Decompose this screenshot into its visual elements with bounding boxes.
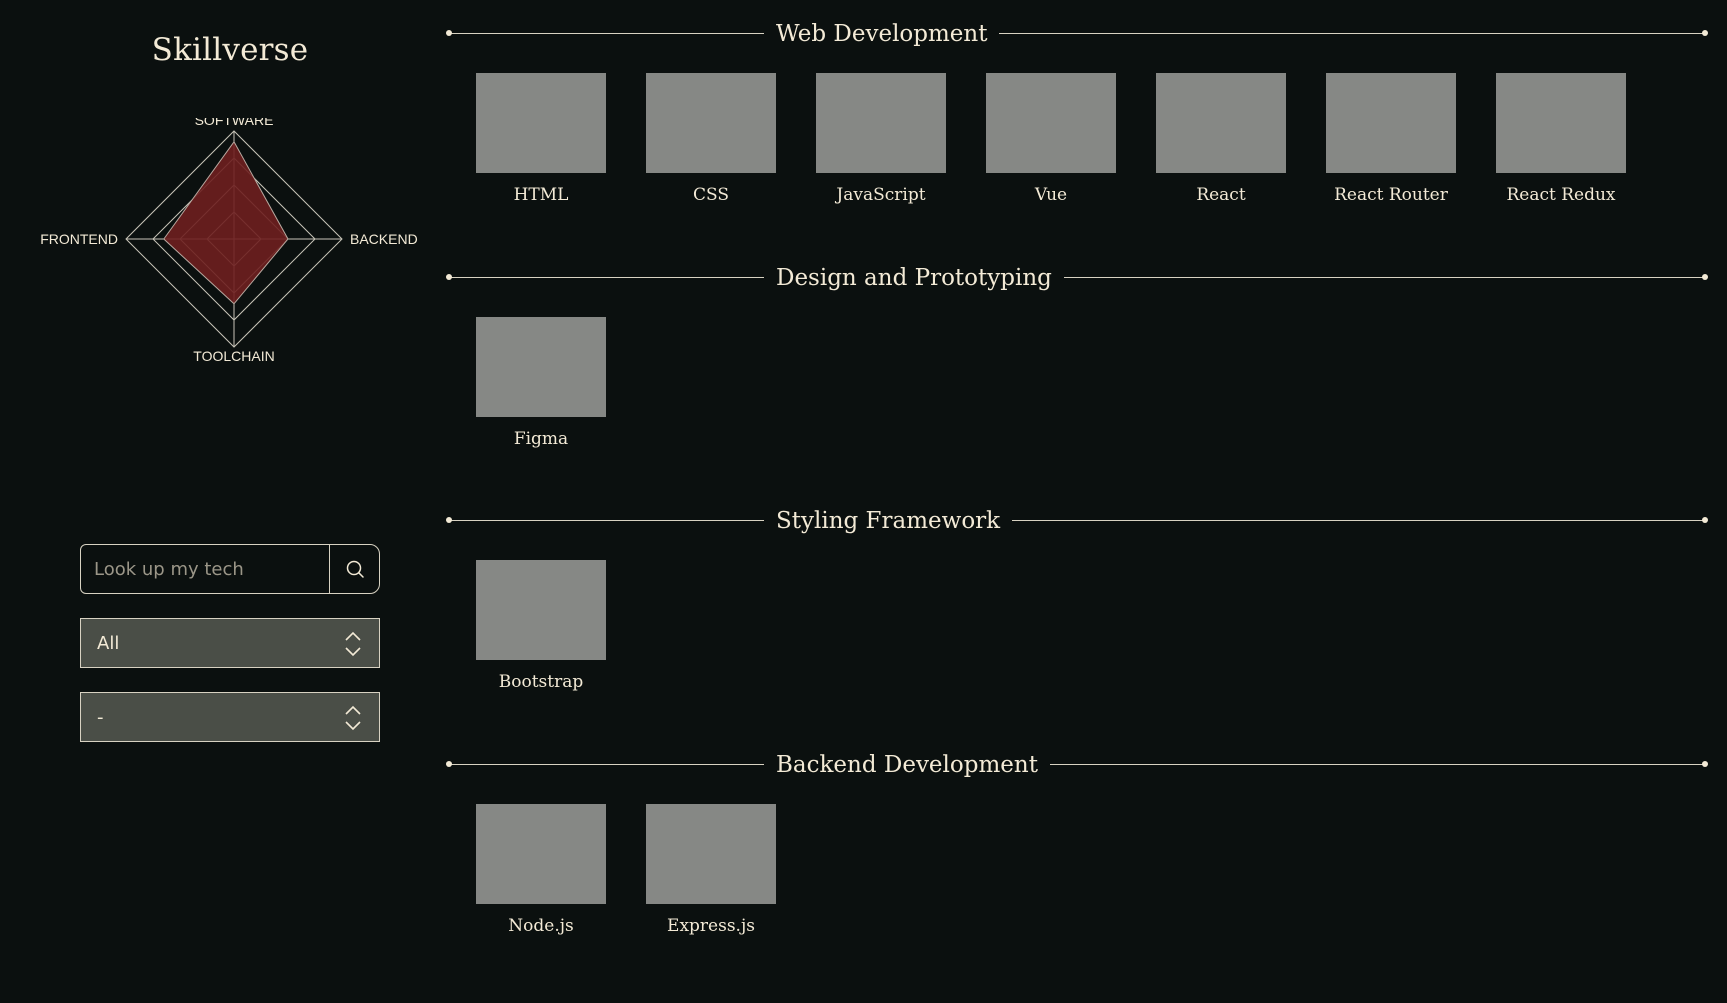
skill-image-placeholder [816,73,946,173]
app-root: Skillverse SOFTWARE BACKEND TOOLCHAIN FR… [0,0,1727,1003]
sort-select[interactable]: - [80,692,380,742]
skill-label: HTML [513,185,569,205]
skill-tile[interactable]: React Router [1326,73,1456,205]
skills-radar-chart: SOFTWARE BACKEND TOOLCHAIN FRONTEND [40,118,418,364]
category-title: Design and Prototyping [764,260,1064,296]
search-box [80,544,380,594]
skill-tile[interactable]: HTML [476,73,606,205]
radar-label-backend: BACKEND [350,231,418,247]
skill-image-placeholder [646,73,776,173]
skill-tile-grid: Node.js Express.js [476,804,816,936]
radar-label-frontend: FRONTEND [40,231,118,247]
brand-title: Skillverse [151,32,309,68]
skill-tile[interactable]: Node.js [476,804,606,936]
divider-dot [446,274,452,280]
skill-tile-grid: HTML CSS JavaScript Vue React React Router Rea… [476,73,1666,205]
skill-tile[interactable]: JavaScript [816,73,946,205]
radar-label-toolchain: TOOLCHAIN [193,348,274,364]
divider-line [448,277,1706,278]
category-title: Backend Development [764,747,1050,783]
up-down-chevron-icon [345,705,361,731]
category-section: Design and Prototyping Figma [446,260,1708,449]
category-section: Styling Framework Bootstrap [446,503,1708,692]
divider-dot [1702,761,1708,767]
radar-label-software: SOFTWARE [195,118,274,128]
skill-label: Figma [513,429,569,449]
divider-dot [1702,517,1708,523]
divider-line [448,33,1706,34]
skill-image-placeholder [476,73,606,173]
skill-label: React Router [1334,185,1448,205]
skill-image-placeholder [476,804,606,904]
category-header: Web Development [446,16,1708,52]
divider-dot [1702,30,1708,36]
sort-select-value: - [97,706,104,728]
category-select[interactable]: All [80,618,380,668]
skill-tile-grid: Bootstrap [476,560,646,692]
search-button[interactable] [329,545,379,593]
skill-tile[interactable]: Express.js [646,804,776,936]
category-section: Web Development HTML CSS JavaScript Vue React… [446,16,1708,205]
category-header: Design and Prototyping [446,260,1708,296]
skill-label: Bootstrap [498,672,584,692]
divider-dot [446,517,452,523]
divider-dot [1702,274,1708,280]
skill-tile[interactable]: CSS [646,73,776,205]
search-icon [346,560,364,578]
skill-tile[interactable]: Bootstrap [476,560,606,692]
skill-image-placeholder [1156,73,1286,173]
skill-tile[interactable]: React Redux [1496,73,1626,205]
skill-label: Node.js [508,916,574,936]
search-input[interactable] [81,545,329,593]
skill-image-placeholder [1326,73,1456,173]
skill-label: React [1196,185,1246,205]
skill-label: Vue [1034,185,1068,205]
skill-image-placeholder [476,560,606,660]
skill-label: Express.js [667,916,755,936]
category-select-value: All [97,632,120,654]
skill-image-placeholder [986,73,1116,173]
filter-controls: All - [80,544,380,742]
category-title: Web Development [764,16,1000,52]
skill-tile[interactable]: Figma [476,317,606,449]
category-header: Styling Framework [446,503,1708,539]
skill-tile[interactable]: React [1156,73,1286,205]
divider-dot [446,761,452,767]
divider-line [448,764,1706,765]
skill-label: JavaScript [836,185,926,205]
divider-line [448,520,1706,521]
skill-image-placeholder [476,317,606,417]
up-down-chevron-icon [345,631,361,657]
skill-tile-grid: Figma [476,317,646,449]
skill-label: React Redux [1506,185,1616,205]
skill-tile[interactable]: Vue [986,73,1116,205]
category-header: Backend Development [446,747,1708,783]
sidebar: Skillverse SOFTWARE BACKEND TOOLCHAIN FR… [0,0,460,1003]
category-title: Styling Framework [764,503,1013,539]
skill-image-placeholder [1496,73,1626,173]
divider-dot [446,30,452,36]
category-section: Backend Development Node.js Express.js [446,747,1708,936]
skill-label: CSS [692,185,729,205]
skill-image-placeholder [646,804,776,904]
